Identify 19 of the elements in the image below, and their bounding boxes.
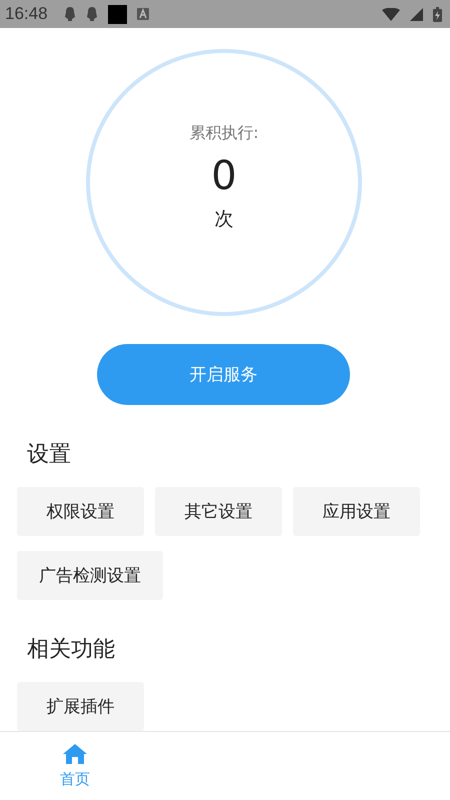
section-title: 设置 [27,441,71,469]
square-icon [108,4,127,24]
settings-button[interactable]: 广告检测设置 [17,551,163,600]
settings-button[interactable]: 权限设置 [17,487,144,536]
counter-value: 0 [211,152,237,200]
home-icon [63,744,87,764]
section-title: 相关功能 [27,636,115,664]
settings-button[interactable]: 其它设置 [155,487,282,536]
status-time: 16:48 [5,4,48,24]
app-icon [136,8,149,20]
settings-button[interactable]: 扩展插件 [17,682,144,731]
signal-icon [410,8,423,20]
battery-icon [433,6,442,22]
wifi-icon [382,8,400,20]
counter-unit: 次 [214,207,234,232]
settings-button[interactable]: 应用设置 [293,487,420,536]
notification-icon [86,7,98,21]
counter-label: 累积执行: [189,123,259,144]
notification-icon [64,7,76,21]
